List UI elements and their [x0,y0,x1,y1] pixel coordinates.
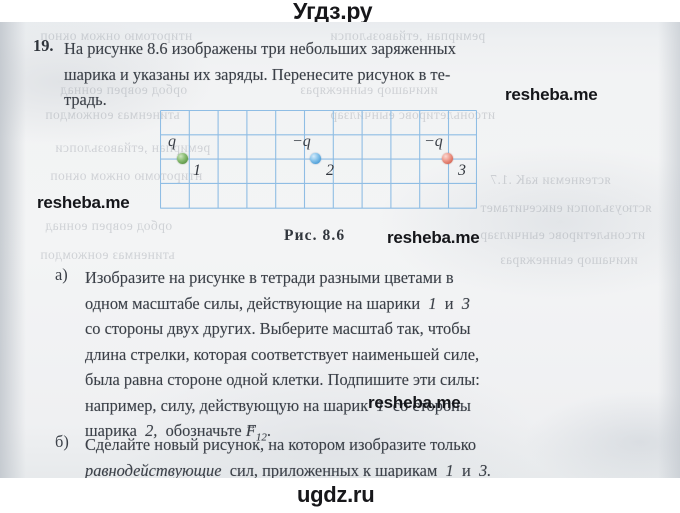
figure-8-6: q −q −q 1 2 3 [160,110,477,209]
part-b-line: Сделайте новый рисунок, на котором изобр… [85,435,477,454]
inline-and: и [444,293,454,313]
charged-ball-3 [442,153,453,164]
problem-number: 19. [33,36,54,55]
watermark-resheba: resheba.me [368,393,461,412]
part-a: а) Изобразите на рисунке в тетради разны… [55,265,651,451]
part-b-line-text: сил, приложенных к шарикам [229,460,438,480]
problem-line: На рисунке 8.6 изображены три небольших … [64,39,456,58]
part-a-line: одном масштабе силы, действующие на шари… [55,291,651,317]
part-b: б) Сделайте новый рисунок, на котором из… [55,432,651,483]
inline-and: и [461,460,471,480]
page-header: Угдз.ру [0,0,680,24]
ball-index-2: 2 [326,162,334,179]
inline-ball-3: 3. [478,460,492,480]
bleed-through-text: орбод еовреп еоннад [45,218,173,233]
part-a-line: со стороны двух других. Выберите масштаб… [85,319,471,338]
part-a-line-text: например, силу, действующую на шарик [85,395,369,415]
charged-ball-1 [177,153,188,164]
inline-emph: равнодействующие [85,460,222,480]
watermark-resheba: resheba.me [505,85,598,104]
bleed-through-text: итсоньлетировс еынчилзар [480,227,646,242]
scanned-page: нтиротомю онжом окноп ремирпан ,етйавозь… [0,22,680,480]
problem-line: шарика и указаны их заряды. Перенесите р… [64,64,451,84]
figure-caption: Рис. 8.6 [284,227,346,244]
part-a-line-text: одном масштабе силы, действующие на шари… [85,293,421,313]
part-a-line: например, силу, действующую на шарик 1 с… [55,393,651,419]
scan-gutter-right [658,22,680,478]
site-logo-footer: ugdz.ru [297,482,375,507]
watermark-resheba: resheba.me [387,228,480,247]
part-b-marker: б) [55,432,69,451]
ball-index-1: 1 [193,162,201,179]
part-a-line: была равна стороне одной клетки. Подпиши… [85,370,480,389]
part-a-marker: а) [55,265,68,284]
charge-label-3: −q [424,133,443,150]
charge-label-1: q [168,133,176,150]
part-a-line: Изобразите на рисунке в тетради разными … [85,268,454,287]
scan-gutter-left [0,22,26,478]
bleed-through-text: ястюузьлопси еиксечитамет [480,200,652,215]
part-a-line: длина стрелки, которая соответствует наи… [85,344,480,364]
bleed-through-text: ьтиненмаз еонжомдоп [40,247,175,262]
bleed-through-text: ястеянемзи каК .1.7 [490,172,611,187]
inline-ball-1: 1 [445,460,454,480]
ball-index-3: 3 [458,162,466,179]
charge-label-2: −q [292,133,311,150]
watermark-resheba: resheba.me [37,193,130,212]
inline-ball-3: 3 [461,293,470,313]
inline-ball-1: 1 [428,293,437,313]
charged-ball-2 [310,153,321,164]
